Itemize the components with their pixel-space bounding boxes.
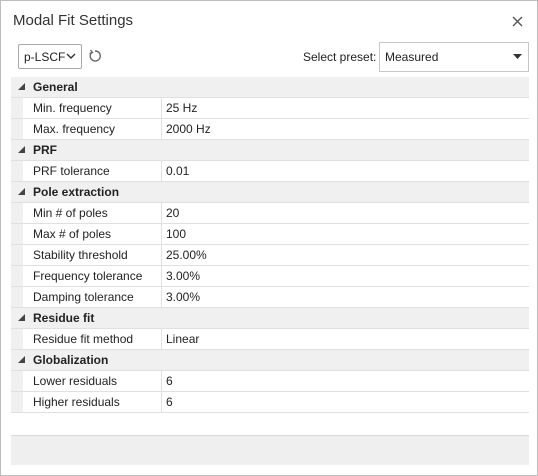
category-globalization[interactable]: Globalization	[11, 350, 529, 371]
property-value-min-frequency[interactable]: 25 Hz	[166, 101, 197, 115]
fit-method-select[interactable]: p-LSCF	[18, 44, 82, 69]
property-name: Higher residuals	[33, 395, 120, 409]
property-name: Damping tolerance	[33, 290, 134, 304]
title-bar: Modal Fit Settings	[1, 1, 537, 41]
property-value-frequency-tolerance[interactable]: 3.00%	[166, 269, 200, 283]
property-row-damping-tolerance: Damping tolerance 3.00%	[11, 287, 529, 308]
toolbar: p-LSCF Select preset: Measured	[1, 41, 537, 77]
category-label: Residue fit	[33, 311, 95, 325]
property-value-max-poles[interactable]: 100	[166, 227, 186, 241]
collapse-triangle-icon	[18, 188, 25, 195]
preset-value: Measured	[385, 50, 439, 64]
property-name: Min. frequency	[33, 101, 112, 115]
property-row-max-poles: Max # of poles 100	[11, 224, 529, 245]
property-value-prf-tolerance[interactable]: 0.01	[166, 164, 189, 178]
category-prf[interactable]: PRF	[11, 140, 529, 161]
property-row-lower-residuals: Lower residuals 6	[11, 371, 529, 392]
preset-select[interactable]: Measured	[379, 42, 529, 72]
chevron-down-icon	[66, 53, 76, 59]
property-row-min-poles: Min # of poles 20	[11, 203, 529, 224]
collapse-triangle-icon	[18, 146, 25, 153]
property-row-residue-fit-method: Residue fit method Linear	[11, 329, 529, 350]
collapse-triangle-icon	[18, 314, 25, 321]
property-name: Max. frequency	[33, 122, 116, 136]
property-value-max-frequency[interactable]: 2000 Hz	[166, 122, 211, 136]
fit-method-value: p-LSCF	[24, 49, 66, 64]
category-general[interactable]: General	[11, 77, 529, 98]
close-icon	[512, 16, 522, 26]
property-name: Residue fit method	[33, 332, 134, 346]
property-row-higher-residuals: Higher residuals 6	[11, 392, 529, 413]
property-row-frequency-tolerance: Frequency tolerance 3.00%	[11, 266, 529, 287]
property-name: PRF tolerance	[33, 164, 110, 178]
collapse-triangle-icon	[18, 83, 25, 90]
property-value-min-poles[interactable]: 20	[166, 206, 179, 220]
description-panel	[11, 435, 529, 465]
preset-label: Select preset:	[303, 50, 377, 64]
property-row-min-frequency: Min. frequency 25 Hz	[11, 98, 529, 119]
property-value-damping-tolerance[interactable]: 3.00%	[166, 290, 200, 304]
property-value-lower-residuals[interactable]: 6	[166, 374, 173, 388]
modal-fit-settings-window: Modal Fit Settings p-LSCF Select preset:…	[0, 0, 538, 476]
category-label: General	[33, 80, 78, 94]
property-name: Min # of poles	[33, 206, 108, 220]
property-row-prf-tolerance: PRF tolerance 0.01	[11, 161, 529, 182]
category-label: Globalization	[33, 353, 109, 367]
property-row-stability-threshold: Stability threshold 25.00%	[11, 245, 529, 266]
property-row-max-frequency: Max. frequency 2000 Hz	[11, 119, 529, 140]
category-residue-fit[interactable]: Residue fit	[11, 308, 529, 329]
property-name: Frequency tolerance	[33, 269, 143, 283]
property-name: Stability threshold	[33, 248, 128, 262]
category-label: PRF	[33, 143, 57, 157]
property-name: Max # of poles	[33, 227, 112, 241]
property-name: Lower residuals	[33, 374, 118, 388]
chevron-down-icon	[513, 54, 522, 59]
refresh-icon	[89, 49, 101, 62]
window-title: Modal Fit Settings	[13, 12, 134, 29]
property-value-higher-residuals[interactable]: 6	[166, 395, 173, 409]
collapse-triangle-icon	[18, 356, 25, 363]
close-button[interactable]	[505, 9, 529, 33]
property-grid: General Min. frequency 25 Hz Max. freque…	[11, 77, 529, 413]
category-label: Pole extraction	[33, 185, 120, 199]
category-pole-extraction[interactable]: Pole extraction	[11, 182, 529, 203]
property-value-stability-threshold[interactable]: 25.00%	[166, 248, 207, 262]
property-value-residue-fit-method[interactable]: Linear	[166, 332, 199, 346]
reset-button[interactable]	[85, 46, 105, 66]
